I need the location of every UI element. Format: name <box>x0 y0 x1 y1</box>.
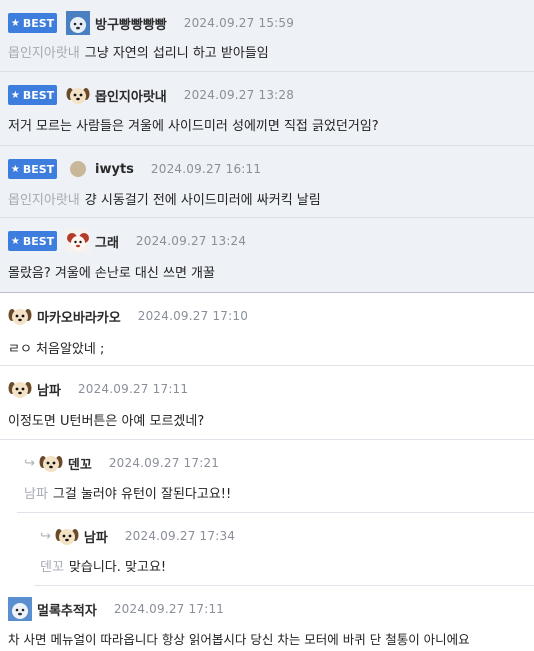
comment-header: ★ BEST 그래 2024.09.27 13:24 <box>8 229 247 253</box>
comment-item: ★ BEST 방구빵빵빵빵 2024.09.27 15:59 몹인지아랏내 그냥 자… <box>0 0 534 72</box>
comment-date: 2024.09.27 17:34 <box>124 529 236 543</box>
best-badge: ★ BEST <box>8 159 57 179</box>
comment-body: 덴꼬 맞습니다. 맞고요! <box>40 556 166 575</box>
comment-body: 저거 모르는 사람들은 겨울에 사이드미러 성에끼면 직접 긁었던거임? <box>8 115 379 134</box>
avatar-blue-dog-icon[interactable] <box>8 597 32 621</box>
avatar-blue-dog-icon[interactable] <box>66 11 90 35</box>
author-name[interactable]: 방구빵빵빵빵 <box>95 14 167 33</box>
comment-item: ★ BEST iwyts 2024.09.27 16:11 몹인지아랏내 걍 시동걸… <box>0 146 534 218</box>
star-icon: ★ <box>10 89 20 101</box>
comment-body: 몹인지아랏내 걍 시동걸기 전에 사이드미러에 싸커킥 날림 <box>8 189 321 208</box>
comment-body: 차 사면 메뉴얼이 따라옵니다 항상 읽어봅시다 당신 차는 모터에 바퀴 단 … <box>8 629 470 648</box>
comment-body: ㄹㅇ 처음알았네 ; <box>8 338 104 357</box>
reply-arrow-icon: ↪ <box>40 528 51 544</box>
mention-tag[interactable]: 몹인지아랏내 <box>8 46 80 61</box>
star-icon: ★ <box>10 235 20 247</box>
reply-item: ↪ 덴꼬 2024.09.27 17:21 남파 그걸 눌러야 유턴이 잘된다고요… <box>17 440 534 513</box>
comment-item: ★ BEST 몹인지아랏내 2024.09.27 13:28 저거 모르는 사람들… <box>0 72 534 146</box>
best-badge: ★ BEST <box>8 85 57 105</box>
author-name[interactable]: 멀록추적자 <box>37 600 97 619</box>
comment-text: 그걸 눌러야 유턴이 잘된다고요!! <box>52 487 232 502</box>
comment-date: 2024.09.27 17:10 <box>137 309 249 323</box>
author-name[interactable]: 몹인지아랏내 <box>95 86 167 105</box>
author-name[interactable]: iwyts <box>95 162 134 177</box>
comment-date: 2024.09.27 17:11 <box>113 602 225 616</box>
author-name[interactable]: 덴꼬 <box>68 454 92 473</box>
comment-header: 남파 2024.09.27 17:11 <box>8 378 188 400</box>
comment-header: ★ BEST iwyts 2024.09.27 16:11 <box>8 158 261 180</box>
avatar-puppy-icon[interactable] <box>8 377 32 401</box>
author-name[interactable]: 남파 <box>84 527 108 546</box>
comment-date: 2024.09.27 17:11 <box>77 382 189 396</box>
comment-text: 맞습니다. 맞고요! <box>68 560 167 575</box>
comment-body: 남파 그걸 눌러야 유턴이 잘된다고요!! <box>24 483 231 502</box>
comment-body: 이정도면 U턴버튼은 아예 모르겠네? <box>8 410 204 429</box>
comment-date: 2024.09.27 15:59 <box>183 16 295 30</box>
author-name[interactable]: 마카오바라카오 <box>37 307 121 326</box>
best-badge: ★ BEST <box>8 231 57 251</box>
comment-header: ★ BEST 방구빵빵빵빵 2024.09.27 15:59 <box>8 11 295 35</box>
comment-text: 걍 시동걸기 전에 사이드미러에 싸커킥 날림 <box>84 193 321 208</box>
comment-date: 2024.09.27 17:21 <box>108 456 220 470</box>
comment-text: 차 사면 메뉴얼이 따라옵니다 항상 읽어봅시다 당신 차는 모터에 바퀴 단 … <box>8 632 470 647</box>
comment-header: 마카오바라카오 2024.09.27 17:10 <box>8 305 248 327</box>
mention-tag[interactable]: 남파 <box>24 487 48 502</box>
comment-text: 몰랐음? 겨울에 손난로 대신 쓰면 개꿀 <box>8 266 215 281</box>
star-icon: ★ <box>10 163 20 175</box>
comment-header: 멀록추적자 2024.09.27 17:11 <box>8 597 225 621</box>
comment-body: 몹인지아랏내 그냥 자연의 섭리니 하고 받아들임 <box>8 42 269 61</box>
avatar-default-icon[interactable] <box>70 161 86 177</box>
author-name[interactable]: 그래 <box>95 232 119 251</box>
comment-item: 남파 2024.09.27 17:11 이정도면 U턴버튼은 아예 모르겠네? <box>0 366 534 440</box>
comment-item: 멀록추적자 2024.09.27 17:11 차 사면 메뉴얼이 따라옵니다 항… <box>0 586 534 651</box>
comment-text: 그냥 자연의 섭리니 하고 받아들임 <box>84 46 269 61</box>
comment-text: 저거 모르는 사람들은 겨울에 사이드미러 성에끼면 직접 긁었던거임? <box>8 119 379 134</box>
comment-date: 2024.09.27 13:24 <box>135 234 247 248</box>
avatar-puppy-icon[interactable] <box>39 451 63 475</box>
comment-body: 몰랐음? 겨울에 손난로 대신 쓰면 개꿀 <box>8 262 215 281</box>
comment-item: 마카오바라카오 2024.09.27 17:10 ㄹㅇ 처음알았네 ; <box>0 293 534 366</box>
star-icon: ★ <box>10 17 20 29</box>
comment-text: ㄹㅇ 처음알았네 ; <box>8 342 105 357</box>
comment-item: ★ BEST 그래 2024.09.27 13:24 몰랐음? 겨울에 손난로 대… <box>0 218 534 293</box>
mention-tag[interactable]: 몹인지아랏내 <box>8 193 80 208</box>
comment-text: 이정도면 U턴버튼은 아예 모르겠네? <box>8 414 205 429</box>
comment-date: 2024.09.27 13:28 <box>183 88 295 102</box>
avatar-puppy-icon[interactable] <box>66 83 90 107</box>
author-name[interactable]: 남파 <box>37 380 61 399</box>
mention-tag[interactable]: 덴꼬 <box>40 560 64 575</box>
best-badge: ★ BEST <box>8 13 57 33</box>
reply-arrow-icon: ↪ <box>24 455 35 471</box>
avatar-poodle-icon[interactable] <box>66 229 90 253</box>
comment-date: 2024.09.27 16:11 <box>150 162 262 176</box>
comment-header: ★ BEST 몹인지아랏내 2024.09.27 13:28 <box>8 84 294 106</box>
reply-item: ↪ 남파 2024.09.27 17:34 덴꼬 맞습니다. 맞고요! <box>34 513 534 586</box>
avatar-puppy-icon[interactable] <box>8 304 32 328</box>
avatar-puppy-icon[interactable] <box>55 524 79 548</box>
comment-header: ↪ 덴꼬 2024.09.27 17:21 <box>24 452 219 474</box>
comment-header: ↪ 남파 2024.09.27 17:34 <box>40 525 235 547</box>
